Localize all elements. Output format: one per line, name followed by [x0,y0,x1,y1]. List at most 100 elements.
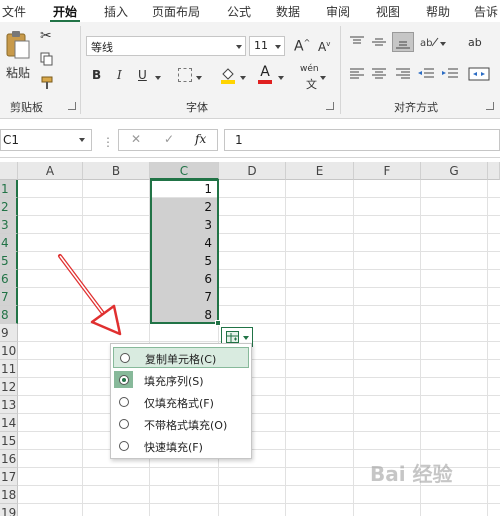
fill-handle[interactable] [215,320,221,326]
paste-icon[interactable] [4,30,32,60]
chevron-down-icon[interactable] [196,76,202,80]
ribbon-separator [80,26,81,114]
align-bottom-icon[interactable] [392,32,414,52]
row-header[interactable]: 3 [0,216,18,234]
bold-button[interactable]: B [92,68,101,82]
cut-icon[interactable]: ✂ [40,28,52,44]
formula-input[interactable]: 1 [224,129,500,151]
format-painter-icon[interactable] [40,76,54,90]
fill-color-icon[interactable] [220,66,236,84]
decrease-indent-icon[interactable] [418,68,434,80]
gridline [18,215,500,216]
svg-text:ab: ab [420,38,432,49]
gridline [18,377,500,378]
align-middle-icon[interactable] [372,36,386,48]
column-header-e[interactable]: E [286,162,354,180]
align-top-icon[interactable] [350,36,364,48]
row-header[interactable]: 5 [0,252,18,270]
grow-font-button[interactable]: A^ [294,38,310,55]
tab-page-layout[interactable]: 页面布局 [152,3,200,20]
column-header-h[interactable] [488,162,500,180]
shrink-font-button[interactable]: Av [318,40,330,54]
tab-review[interactable]: 审阅 [326,3,350,20]
font-launcher-icon[interactable] [326,102,334,110]
italic-button[interactable]: I [117,68,122,82]
underline-button[interactable]: U [138,68,147,82]
tab-file[interactable]: 文件 [2,3,26,20]
row-header[interactable]: 1 [0,180,18,198]
wrap-text-button[interactable]: ab [468,36,482,49]
column-header-g[interactable]: G [421,162,488,180]
clipboard-launcher-icon[interactable] [68,102,76,110]
row-header[interactable]: 16 [0,450,18,468]
row-header[interactable]: 6 [0,270,18,288]
column-header-c[interactable]: C [150,162,219,180]
row-header[interactable]: 12 [0,378,18,396]
tab-tell-me[interactable]: 告诉 [474,3,498,20]
tab-home[interactable]: 开始 [53,3,77,20]
paste-label[interactable]: 粘贴 [6,64,30,81]
cancel-icon[interactable]: ✕ [131,132,141,146]
column-header-a[interactable]: A [18,162,83,180]
menu-item-flash-fill[interactable]: 快速填充(F) [113,436,249,457]
formula-bar: C1 ⋮ ✕ ✓ fx 1 [0,122,500,158]
row-header[interactable]: 15 [0,432,18,450]
merge-center-icon[interactable] [468,66,492,82]
radio-box [114,371,133,388]
column-header-f[interactable]: F [354,162,421,180]
borders-icon[interactable] [178,68,192,82]
column-header-d[interactable]: D [219,162,286,180]
tab-insert[interactable]: 插入 [104,3,128,20]
tab-help[interactable]: 帮助 [426,3,450,20]
chevron-down-icon[interactable] [440,42,446,46]
alignment-launcher-icon[interactable] [486,102,494,110]
tab-formulas[interactable]: 公式 [227,3,251,20]
row-header[interactable]: 14 [0,414,18,432]
name-box[interactable]: C1 [0,129,92,151]
menu-item-fill-formatting-only[interactable]: 仅填充格式(F) [113,392,249,413]
chevron-down-icon[interactable] [320,76,326,80]
copy-icon[interactable] [40,52,54,66]
column-header-b[interactable]: B [83,162,150,180]
selection-border [150,179,219,324]
radio-icon [120,353,130,363]
chevron-down-icon[interactable] [240,76,246,80]
row-header[interactable]: 11 [0,360,18,378]
menu-item-label: 不带格式填充(O) [144,419,228,432]
menu-item-fill-series[interactable]: 填充序列(S) [113,370,249,391]
insert-function-icon[interactable]: fx [195,132,206,146]
font-name-value: 等线 [91,41,113,54]
font-name-select[interactable]: 等线 [86,36,246,56]
row-header[interactable]: 8 [0,306,18,324]
font-size-select[interactable]: 11 [249,36,285,56]
tab-data[interactable]: 数据 [276,3,300,20]
row-header[interactable]: 4 [0,234,18,252]
increase-indent-icon[interactable] [442,68,458,80]
row-header[interactable]: 7 [0,288,18,306]
row-header[interactable]: 19 [0,504,18,516]
phonetic-guide-button[interactable]: wén [300,64,319,74]
radio-box [114,437,133,454]
enter-icon[interactable]: ✓ [164,132,174,146]
row-header[interactable]: 2 [0,198,18,216]
tab-view[interactable]: 视图 [376,3,400,20]
menu-item-copy-cells[interactable]: 复制单元格(C) [113,347,249,368]
align-right-icon[interactable] [396,68,410,80]
radio-box [114,415,133,432]
chevron-down-icon [236,45,242,49]
drag-handle-icon[interactable]: ⋮ [102,135,114,149]
row-header[interactable]: 18 [0,486,18,504]
align-center-icon[interactable] [372,68,386,80]
select-all-corner[interactable] [0,162,18,180]
menu-item-fill-without-formatting[interactable]: 不带格式填充(O) [113,414,249,435]
row-header[interactable]: 13 [0,396,18,414]
row-header[interactable]: 9 [0,324,18,342]
row-header[interactable]: 17 [0,468,18,486]
chevron-down-icon[interactable] [155,76,161,80]
row-header[interactable]: 10 [0,342,18,360]
radio-icon [119,441,129,451]
autofill-options-menu: 复制单元格(C) 填充序列(S) 仅填充格式(F) 不带格式填充(O) 快速填充… [110,343,252,459]
font-color-button[interactable]: A [258,64,272,84]
align-left-icon[interactable] [350,68,364,80]
chevron-down-icon[interactable] [278,76,284,80]
